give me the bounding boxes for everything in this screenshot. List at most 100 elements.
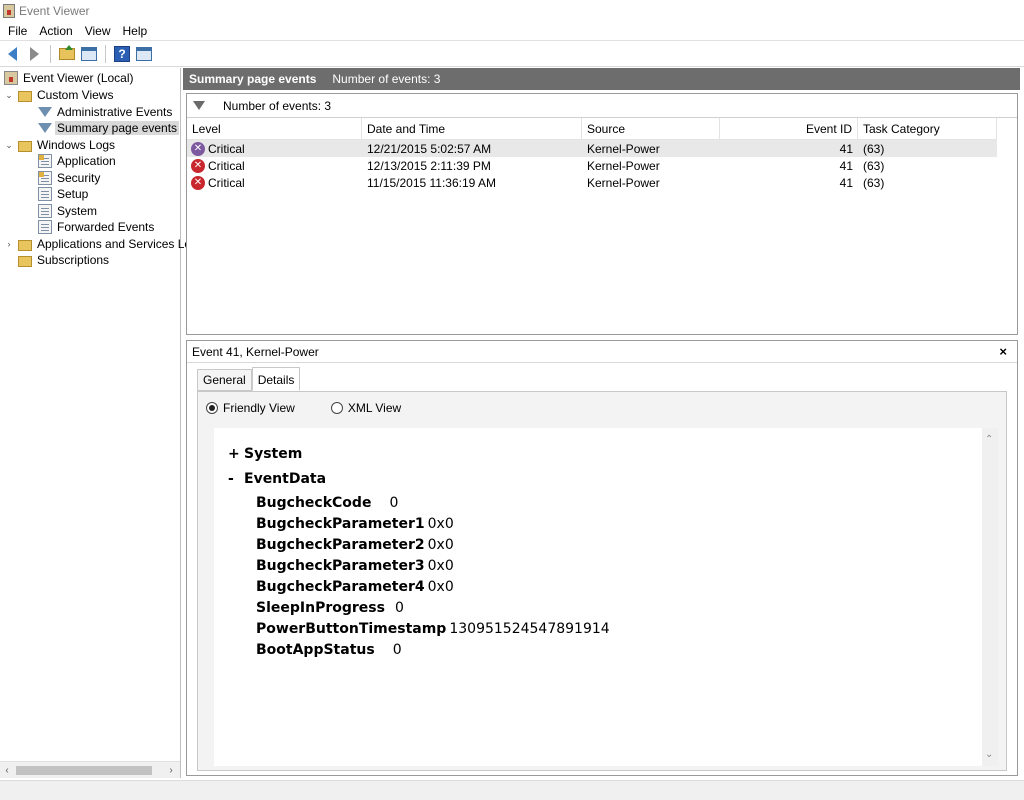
tree-item-system[interactable]: System: [38, 203, 99, 219]
events-grid-header: Level Date and Time Source Event ID Task…: [187, 117, 997, 140]
scroll-left-icon[interactable]: ‹: [0, 765, 14, 776]
tree-item-forwarded-events[interactable]: Forwarded Events: [38, 219, 156, 235]
event-id: 41: [839, 158, 853, 173]
field-key: PowerButtonTimestamp: [256, 621, 447, 637]
console-tree: Event Viewer (Local) ⌄ Custom Views Admi…: [0, 68, 191, 778]
field-key: BootAppStatus: [256, 642, 375, 658]
table-row[interactable]: ✕ Critical 11/15/2015 11:36:19 AM Kernel-…: [187, 174, 997, 191]
column-header-source[interactable]: Source: [582, 117, 720, 140]
tree-item-security[interactable]: Security: [38, 170, 102, 186]
show-hide-console-tree-button[interactable]: [79, 44, 99, 64]
tab-details[interactable]: Details: [251, 367, 301, 391]
back-button[interactable]: [2, 44, 22, 64]
tree-item-custom-views[interactable]: ⌄ Custom Views: [4, 87, 115, 103]
events-list: Number of events: 3 Level Date and Time …: [186, 93, 1018, 335]
xml-view-radio[interactable]: [330, 402, 343, 414]
event-category: (63): [863, 175, 885, 190]
tree-item-summary-page-events[interactable]: Summary page events: [38, 120, 180, 136]
view-mode-selector: Friendly View XML View: [206, 401, 437, 415]
chevron-right-icon[interactable]: ›: [4, 239, 14, 249]
tree-item-setup[interactable]: Setup: [38, 186, 90, 202]
help-button[interactable]: ?: [112, 44, 132, 64]
table-row[interactable]: ✕ Critical 12/21/2015 5:02:57 AM Kernel-P…: [187, 140, 997, 157]
tab-general[interactable]: General: [197, 369, 252, 391]
menu-help[interactable]: Help: [117, 24, 154, 38]
summary-title: Summary page events: [189, 72, 317, 86]
log-icon: [38, 154, 52, 168]
event-source: Kernel-Power: [587, 158, 660, 173]
folder-icon: [18, 90, 32, 102]
system-section[interactable]: + System: [228, 446, 302, 462]
forward-arrow-icon: [29, 47, 39, 61]
event-detail-pane: Event 41, Kernel-Power × General Details…: [186, 340, 1018, 776]
field-value: 0x0: [427, 516, 454, 532]
up-one-level-button[interactable]: [57, 44, 77, 64]
filter-count: Number of events: 3: [223, 98, 332, 113]
folder-icon: [18, 140, 32, 152]
table-row[interactable]: ✕ Critical 12/13/2015 2:11:39 PM Kernel-P…: [187, 157, 997, 174]
forward-button[interactable]: [24, 44, 44, 64]
scrollbar-thumb[interactable]: [16, 766, 152, 775]
chevron-down-icon[interactable]: ⌄: [4, 140, 14, 151]
field-value: 0: [392, 642, 402, 658]
field-power-button-timestamp: PowerButtonTimestamp 130951524547891914: [256, 621, 610, 637]
eventdata-section[interactable]: - EventData: [228, 471, 326, 487]
event-date: 12/13/2015 2:11:39 PM: [367, 158, 491, 173]
summary-header: Summary page events Number of events: 3: [183, 68, 1020, 90]
event-viewer-icon: [3, 3, 15, 18]
expand-toggle[interactable]: +: [228, 446, 244, 462]
scroll-up-icon[interactable]: ⌃: [985, 434, 993, 445]
show-hide-action-pane-button[interactable]: [134, 44, 154, 64]
event-id: 41: [839, 141, 853, 156]
friendly-view-radio[interactable]: [206, 402, 218, 414]
tree-item-administrative-events[interactable]: Administrative Events: [38, 104, 174, 120]
event-id: 41: [839, 175, 853, 190]
event-date: 12/21/2015 5:02:57 AM: [367, 141, 492, 156]
menu-action[interactable]: Action: [33, 24, 78, 38]
column-header-task-category[interactable]: Task Category: [858, 117, 997, 140]
field-value: 0: [394, 600, 404, 616]
column-header-level[interactable]: Level: [187, 117, 362, 140]
detail-vertical-scrollbar[interactable]: ⌃ ⌄: [982, 428, 998, 766]
help-icon: ?: [114, 46, 130, 62]
folder-icon: [18, 239, 32, 251]
field-key: BugcheckCode: [256, 495, 372, 511]
filter-icon: [38, 123, 52, 133]
scroll-right-icon[interactable]: ›: [164, 765, 178, 776]
collapse-toggle[interactable]: -: [228, 471, 244, 487]
field-bugcheck-parameter3: BugcheckParameter3 0x0: [256, 558, 454, 574]
chevron-down-icon[interactable]: ⌄: [4, 90, 14, 101]
field-key: BugcheckParameter1: [256, 516, 425, 532]
event-category: (63): [863, 141, 885, 156]
tree-item-applications-and-services[interactable]: › Applications and Services Lo: [4, 236, 193, 252]
tree-item-windows-logs[interactable]: ⌄ Windows Logs: [4, 137, 117, 153]
show-hide-pane-icon: [81, 47, 97, 61]
field-sleep-in-progress: SleepInProgress 0: [256, 600, 404, 616]
friendly-view-content: + System - EventData BugcheckCode 0 Bugchec…: [214, 428, 998, 766]
tree-horizontal-scrollbar[interactable]: ‹ ›: [0, 761, 180, 778]
xml-view-label[interactable]: XML View: [348, 401, 401, 415]
filter-icon: [38, 107, 52, 117]
field-boot-app-status: BootAppStatus 0: [256, 642, 402, 658]
tree-item-subscriptions[interactable]: Subscriptions: [18, 252, 111, 268]
critical-icon: ✕: [191, 158, 205, 173]
column-header-event-id[interactable]: Event ID: [720, 117, 858, 140]
menu-view[interactable]: View: [79, 24, 117, 38]
field-key: BugcheckParameter2: [256, 537, 425, 553]
field-key: BugcheckParameter3: [256, 558, 425, 574]
friendly-view-label[interactable]: Friendly View: [223, 401, 295, 415]
scroll-down-icon[interactable]: ⌄: [985, 749, 993, 760]
field-key: BugcheckParameter4: [256, 579, 425, 595]
tree-item-event-viewer-local[interactable]: Event Viewer (Local): [4, 70, 136, 86]
critical-icon: ✕: [191, 141, 205, 156]
column-header-date[interactable]: Date and Time: [362, 117, 582, 140]
toolbar-separator: [50, 45, 51, 63]
close-icon[interactable]: ×: [999, 344, 1007, 359]
field-bugcheck-parameter2: BugcheckParameter2 0x0: [256, 537, 454, 553]
field-value: 0x0: [427, 579, 454, 595]
event-category: (63): [863, 158, 885, 173]
tree-item-application[interactable]: Application: [38, 153, 118, 169]
event-detail-header: Event 41, Kernel-Power ×: [187, 341, 1017, 363]
menu-file[interactable]: File: [2, 24, 33, 38]
folder-up-icon: [59, 45, 75, 60]
